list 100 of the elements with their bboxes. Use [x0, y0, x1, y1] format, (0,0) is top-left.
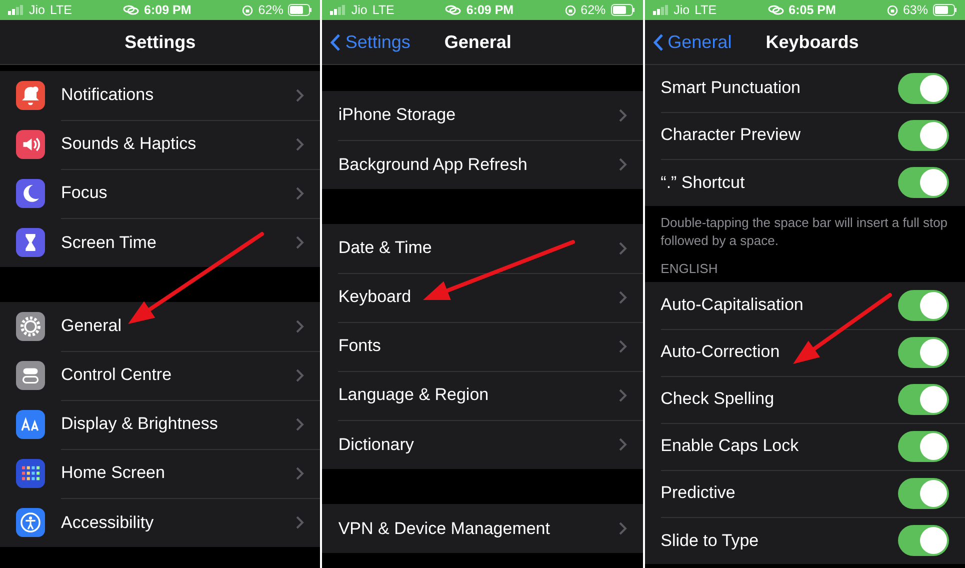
row-label: Screen Time	[61, 232, 156, 252]
section-header: ENGLISH	[660, 260, 719, 278]
carrier-name: Jio	[351, 3, 368, 17]
chevron-icon	[296, 138, 304, 150]
row-label: General	[61, 316, 122, 336]
row-label: Background App Refresh	[338, 154, 528, 174]
settings-row[interactable]: Background App Refresh	[322, 140, 643, 189]
row-label: Predictive	[660, 483, 736, 504]
row-label: Enable Caps Lock	[660, 436, 799, 456]
section-footer: Double-tapping the space bar will insert a full stop followed by a space.	[644, 206, 965, 254]
battery-icon	[932, 4, 957, 16]
chevron-icon	[296, 236, 304, 249]
row-label: Display & Brightness	[61, 414, 218, 434]
chevron-left-icon	[652, 32, 664, 52]
settings-row[interactable]: Home Screen	[0, 449, 320, 498]
settings-row[interactable]: Screen Time	[0, 218, 320, 267]
network-type: LTE	[50, 3, 72, 17]
row-label: Notifications	[61, 85, 154, 105]
chevron-icon	[618, 388, 627, 402]
settings-row[interactable]: Enable Caps Lock	[644, 423, 965, 470]
status-time: 6:09 PM	[466, 3, 514, 17]
toggle-switch[interactable]	[898, 120, 949, 150]
chevron-icon	[296, 88, 304, 102]
chevron-icon	[618, 158, 627, 171]
row-label: Check Spelling	[660, 389, 774, 410]
row-label: “.” Shortcut	[660, 172, 745, 192]
settings-row[interactable]: Language & Region	[322, 371, 643, 420]
settings-row[interactable]: Character Preview	[644, 112, 965, 159]
link-icon	[445, 5, 462, 15]
chevron-icon	[618, 290, 627, 304]
toggle-switch[interactable]	[898, 290, 949, 321]
battery-icon	[610, 4, 635, 16]
settings-row[interactable]: Sounds & Haptics	[0, 120, 320, 169]
battery-percent: 63%	[902, 3, 928, 17]
settings-row[interactable]: Check Spelling	[644, 376, 965, 424]
chevron-icon	[296, 186, 304, 200]
chevron-icon	[618, 522, 627, 535]
toggle-switch[interactable]	[898, 167, 949, 198]
settings-row[interactable]: Smart Punctuation	[644, 65, 965, 112]
settings-row[interactable]: Control Centre	[0, 351, 320, 400]
chevron-icon	[296, 320, 304, 332]
back-button[interactable]: General	[644, 30, 738, 54]
row-label: Control Centre	[61, 365, 172, 385]
chevron-icon	[618, 340, 627, 352]
nav-title: General	[444, 32, 512, 52]
settings-row[interactable]: iPhone Storage	[322, 91, 643, 140]
chevron-icon	[296, 368, 304, 382]
row-label: Sounds & Haptics	[61, 134, 196, 154]
settings-row[interactable]: Slide to Type	[644, 517, 965, 564]
row-label: Slide to Type	[660, 530, 759, 551]
chevron-icon	[618, 438, 627, 451]
rotation-lock-icon	[564, 4, 576, 16]
settings-row[interactable]: Accessibility	[0, 498, 320, 547]
toggle-switch[interactable]	[898, 525, 949, 556]
settings-row[interactable]: “.” Shortcut	[644, 159, 965, 206]
battery-icon	[288, 4, 312, 16]
settings-row[interactable]: Dictionary	[322, 420, 643, 469]
toggle-switch[interactable]	[898, 430, 949, 462]
rotation-lock-icon	[242, 4, 254, 16]
settings-row[interactable]: Date & Time	[322, 224, 643, 273]
network-type: LTE	[694, 3, 717, 17]
settings-row[interactable]: Display & Brightness	[0, 400, 320, 449]
chevron-icon	[296, 466, 304, 480]
row-label: Character Preview	[660, 125, 800, 145]
row-label: iPhone Storage	[338, 105, 456, 125]
battery-percent: 62%	[258, 3, 284, 17]
rotation-lock-icon	[886, 4, 898, 16]
row-label: Smart Punctuation	[660, 78, 801, 98]
carrier-name: Jio	[29, 3, 45, 17]
chevron-left-icon	[330, 32, 342, 52]
row-label: Language & Region	[338, 385, 489, 405]
settings-row[interactable]: Predictive	[644, 470, 965, 518]
chevron-icon	[296, 516, 304, 529]
link-icon	[123, 5, 140, 15]
nav-title: Keyboards	[766, 32, 859, 52]
toggle-switch[interactable]	[898, 384, 949, 415]
signal-icon	[8, 5, 24, 15]
chevron-icon	[296, 418, 304, 430]
back-button[interactable]: Settings	[322, 30, 416, 54]
settings-row[interactable]: Notifications	[0, 71, 320, 120]
row-label: Auto-Capitalisation	[660, 295, 804, 316]
battery-percent: 62%	[580, 3, 606, 17]
link-icon	[768, 5, 784, 15]
settings-row[interactable]: Auto-Capitalisation	[644, 282, 965, 330]
toggle-switch[interactable]	[898, 336, 949, 368]
row-label: Fonts	[338, 336, 381, 356]
nav-title: Settings	[124, 32, 196, 52]
settings-row[interactable]: VPN & Device Management	[322, 504, 643, 553]
row-label: Keyboard	[338, 287, 412, 307]
toggle-switch[interactable]	[898, 478, 949, 509]
chevron-icon	[618, 242, 627, 254]
signal-icon	[652, 5, 669, 15]
row-label: VPN & Device Management	[338, 518, 550, 538]
row-label: Focus	[61, 183, 108, 203]
carrier-name: Jio	[674, 3, 690, 17]
settings-row[interactable]: Fonts	[322, 322, 643, 371]
network-type: LTE	[372, 3, 394, 17]
status-time: 6:05 PM	[788, 3, 836, 17]
settings-row[interactable]: Focus	[0, 169, 320, 218]
toggle-switch[interactable]	[898, 72, 949, 104]
